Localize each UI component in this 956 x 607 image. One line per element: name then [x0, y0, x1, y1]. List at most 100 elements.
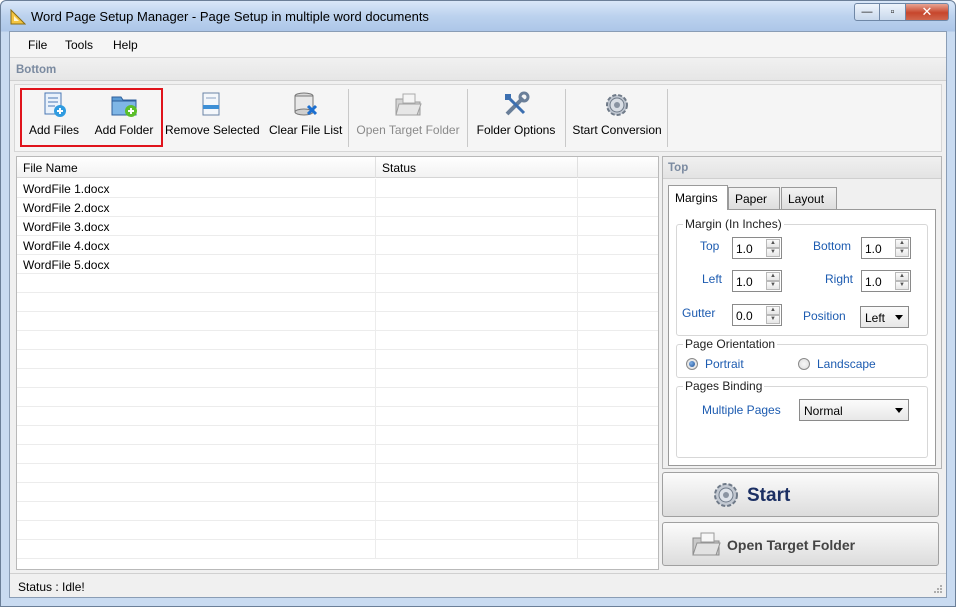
gutter-position-value: Left [865, 311, 886, 325]
empty-cell [17, 293, 376, 312]
landscape-label[interactable]: Landscape [817, 357, 876, 371]
orientation-group: Page Orientation Portrait Landscape [676, 337, 928, 378]
close-icon: ✕ [921, 4, 933, 19]
open-target-folder-toolbar-button[interactable]: Open Target Folder [355, 89, 461, 147]
empty-cell [17, 540, 376, 559]
empty-cell [376, 293, 578, 312]
toolbar-separator [565, 89, 566, 147]
gutter-position-label: Position [803, 309, 846, 323]
file-name-cell: WordFile 4.docx [17, 236, 376, 255]
remove-selected-button[interactable]: Remove Selected [165, 89, 260, 147]
top-margin-stepper[interactable]: 1.0 ▲ ▼ [732, 237, 782, 259]
empty-cell [376, 502, 578, 521]
right-margin-stepper[interactable]: 1.0 ▲ ▼ [861, 270, 911, 292]
add-buttons-highlight [20, 88, 163, 147]
gutter-stepper[interactable]: 0.0 ▲ ▼ [732, 304, 782, 326]
menu-bar: File Tools Help [10, 32, 946, 58]
multiple-pages-value: Normal [804, 404, 843, 418]
title-bar[interactable]: Word Page Setup Manager - Page Setup in … [1, 1, 955, 31]
empty-row [17, 502, 658, 521]
open-target-folder-button[interactable]: Open Target Folder [662, 522, 939, 566]
column-status[interactable]: Status [376, 157, 578, 178]
gutter-position-select[interactable]: Left [860, 306, 909, 328]
spin-down-icon[interactable]: ▼ [766, 248, 780, 257]
minimize-icon: — [861, 6, 873, 18]
empty-cell [17, 274, 376, 293]
binding-group: Pages Binding Multiple Pages Normal [676, 379, 928, 458]
spin-down-icon[interactable]: ▼ [766, 315, 780, 324]
empty-cell [17, 312, 376, 331]
empty-cell [376, 407, 578, 426]
empty-row [17, 445, 658, 464]
toolbar-separator [348, 89, 349, 147]
bottom-margin-stepper[interactable]: 1.0 ▲ ▼ [861, 237, 911, 259]
start-conversion-toolbar-label: Start Conversion [572, 123, 662, 137]
gear-icon [606, 94, 628, 116]
spin-up-icon[interactable]: ▲ [766, 306, 780, 315]
clear-list-icon [294, 92, 318, 116]
spin-down-icon[interactable]: ▼ [895, 281, 909, 290]
spin-up-icon[interactable]: ▲ [895, 272, 909, 281]
spin-up-icon[interactable]: ▲ [766, 239, 780, 248]
orientation-group-title: Page Orientation [683, 337, 778, 351]
tab-margins[interactable]: Margins [668, 185, 728, 210]
maximize-button[interactable]: ▫ [880, 3, 906, 21]
file-list[interactable]: File Name Status WordFile 1.docx WordFil… [16, 156, 659, 570]
spin-up-icon[interactable]: ▲ [766, 272, 780, 281]
column-file-name[interactable]: File Name [17, 157, 376, 178]
toolbar-separator [667, 89, 668, 147]
empty-cell [17, 502, 376, 521]
table-row[interactable]: WordFile 3.docx [17, 217, 658, 236]
clear-file-list-button[interactable]: Clear File List [269, 89, 343, 147]
table-row[interactable]: WordFile 1.docx [17, 179, 658, 198]
empty-cell [17, 350, 376, 369]
table-row[interactable]: WordFile 2.docx [17, 198, 658, 217]
spin-down-icon[interactable]: ▼ [766, 281, 780, 290]
portrait-label[interactable]: Portrait [705, 357, 744, 371]
empty-row [17, 407, 658, 426]
empty-cell [376, 274, 578, 293]
landscape-radio[interactable] [798, 358, 810, 370]
empty-cell [376, 540, 578, 559]
top-margin-label: Top [700, 239, 720, 253]
empty-row [17, 274, 658, 293]
status-cell [376, 179, 578, 198]
menu-tools[interactable]: Tools [65, 38, 93, 52]
resize-grip-icon[interactable] [933, 584, 943, 594]
empty-row [17, 388, 658, 407]
top-settings-panel: Top Margins Paper Layout Margin (In Inch… [662, 156, 942, 469]
left-margin-stepper[interactable]: 1.0 ▲ ▼ [732, 270, 782, 292]
minimize-button[interactable]: — [854, 3, 880, 21]
empty-cell [17, 388, 376, 407]
empty-cell [376, 350, 578, 369]
empty-cell [376, 464, 578, 483]
table-row[interactable]: WordFile 5.docx [17, 255, 658, 274]
table-row[interactable]: WordFile 4.docx [17, 236, 658, 255]
start-button[interactable]: Start [662, 472, 939, 517]
open-target-folder-toolbar-label: Open Target Folder [356, 123, 460, 137]
portrait-radio[interactable] [686, 358, 698, 370]
empty-cell [17, 331, 376, 350]
spin-down-icon[interactable]: ▼ [895, 248, 909, 257]
margins-group-title: Margin (In Inches) [683, 217, 784, 231]
clear-file-list-label: Clear File List [269, 123, 343, 137]
empty-cell [17, 369, 376, 388]
status-cell [376, 217, 578, 236]
empty-row [17, 312, 658, 331]
margins-tab-body: Margin (In Inches) Top 1.0 ▲ ▼ Bottom 1.0… [668, 209, 936, 466]
menu-help[interactable]: Help [113, 38, 138, 52]
gear-icon [714, 483, 738, 507]
menu-file[interactable]: File [28, 38, 47, 52]
empty-row [17, 331, 658, 350]
tab-paper[interactable]: Paper [728, 187, 780, 209]
spin-up-icon[interactable]: ▲ [895, 239, 909, 248]
empty-cell [376, 369, 578, 388]
multiple-pages-select[interactable]: Normal [799, 399, 909, 421]
empty-cell [17, 407, 376, 426]
folder-options-button[interactable]: Folder Options [475, 89, 557, 147]
close-button[interactable]: ✕ [906, 3, 949, 21]
start-conversion-toolbar-button[interactable]: Start Conversion [571, 89, 663, 147]
column-extra[interactable] [578, 157, 658, 178]
remove-selected-label: Remove Selected [165, 123, 260, 137]
tab-layout[interactable]: Layout [781, 187, 837, 209]
